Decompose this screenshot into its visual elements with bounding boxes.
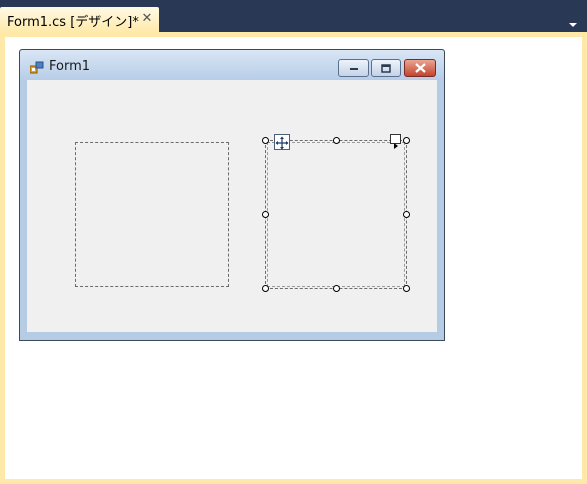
close-button[interactable] — [404, 59, 436, 77]
resize-handle-left[interactable] — [262, 211, 269, 218]
minimize-icon — [349, 68, 358, 70]
tab-dropdown-icon[interactable] — [568, 14, 578, 27]
document-tab[interactable]: Form1.cs [デザイン]* ✕ — [0, 7, 159, 33]
form-icon — [29, 60, 44, 74]
resize-handle-bottom-left[interactable] — [262, 285, 269, 292]
panel2-border — [267, 142, 405, 287]
close-icon — [414, 63, 426, 73]
resize-handle-top-left[interactable] — [262, 137, 269, 144]
panel2-selected[interactable] — [265, 140, 407, 289]
form-title-bar[interactable]: Form1 — [20, 50, 444, 80]
panel1[interactable] — [75, 142, 229, 287]
move-handle-icon[interactable] — [274, 134, 290, 150]
resize-handle-right[interactable] — [403, 211, 410, 218]
resize-handle-bottom[interactable] — [333, 285, 340, 292]
resize-handle-top-right[interactable] — [403, 137, 410, 144]
document-tab-title: Form1.cs [デザイン]* — [7, 14, 139, 30]
resize-handle-top[interactable] — [333, 137, 340, 144]
smart-tag-arrow-icon[interactable] — [390, 134, 401, 149]
close-tab-icon[interactable]: ✕ — [139, 11, 155, 27]
maximize-icon — [381, 63, 391, 73]
form-title: Form1 — [49, 59, 91, 74]
maximize-button[interactable] — [371, 59, 401, 77]
minimize-button[interactable] — [338, 59, 369, 77]
resize-handle-bottom-right[interactable] — [403, 285, 410, 292]
